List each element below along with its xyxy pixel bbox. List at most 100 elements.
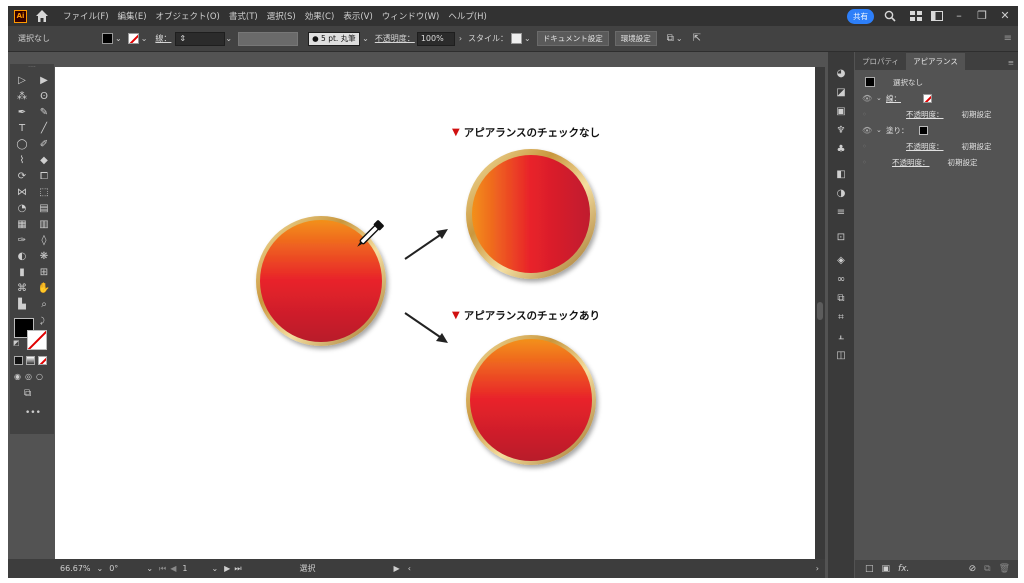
result-circle-without-appearance[interactable] xyxy=(466,149,596,279)
home-icon[interactable] xyxy=(35,9,49,23)
rotate-tool-icon[interactable]: ⟳ xyxy=(12,170,32,184)
artboard[interactable]: ▼ アピアランスのチェックなし ▼ アピアランスのチェックあり xyxy=(55,67,815,559)
scale-tool-icon[interactable]: ⧠ xyxy=(34,170,54,184)
fill-opacity-row[interactable]: ◦ 不透明度： 初期設定 xyxy=(855,138,1018,154)
visibility-eye-icon[interactable]: ◦ xyxy=(862,142,872,151)
pathfinder-panel-icon[interactable]: ⧉ xyxy=(828,289,854,308)
rotate-dropdown-icon[interactable]: ⌄ xyxy=(146,564,153,573)
tab-properties[interactable]: プロパティ xyxy=(855,53,906,70)
search-icon[interactable] xyxy=(884,10,896,22)
draw-inside-icon[interactable]: ○ xyxy=(36,372,43,381)
stroke-weight-dropdown-icon[interactable]: ⌄ xyxy=(225,34,232,43)
eyedropper-tool-icon[interactable]: ✑ xyxy=(12,234,32,248)
appearance-fill-row[interactable]: 👁 ⌄ 塗り： xyxy=(855,122,1018,138)
fill-dropdown-icon[interactable]: ⌄ xyxy=(115,34,122,43)
links-panel-icon[interactable]: ∞ xyxy=(828,270,854,289)
stroke-label[interactable]: 線： xyxy=(155,33,171,44)
document-settings-button[interactable]: ドキュメント設定 xyxy=(536,31,609,46)
panel-menu-icon[interactable]: ≡ xyxy=(1004,33,1012,44)
brush-dropdown-icon[interactable]: ⌄ xyxy=(362,34,369,43)
panel-menu-icon[interactable]: ≡ xyxy=(1008,58,1014,67)
menu-window[interactable]: ウィンドウ(W) xyxy=(382,10,440,22)
status-arrow-icon[interactable]: ▶ xyxy=(394,564,400,573)
brush-field[interactable]: ● 5 pt. 丸筆 xyxy=(308,31,361,46)
stroke-color-box[interactable] xyxy=(27,330,47,350)
style-dropdown-icon[interactable]: ⌄ xyxy=(524,34,531,43)
add-fill-icon[interactable]: ▣ xyxy=(882,564,891,574)
graph-tool-icon[interactable]: ▮ xyxy=(12,266,32,280)
color-mode-icon[interactable] xyxy=(14,356,23,365)
menu-effect[interactable]: 効果(C) xyxy=(305,10,335,22)
fill-opacity-label[interactable]: 不透明度： xyxy=(906,141,944,152)
align-icon[interactable]: ⧉ xyxy=(667,33,674,44)
screen-mode-icon[interactable]: ⧉ xyxy=(24,388,31,399)
stroke-weight-field[interactable]: ⇕ xyxy=(175,31,226,46)
expand-chevron-icon[interactable]: ⌄ xyxy=(876,94,884,102)
menu-object[interactable]: オブジェクト(O) xyxy=(156,10,220,22)
stroke-panel-icon[interactable]: ≡ xyxy=(828,203,854,222)
visibility-eye-icon[interactable]: ◦ xyxy=(862,110,872,119)
first-artboard-icon[interactable]: ⏮ xyxy=(159,564,166,574)
align-panel-icon[interactable]: ⫠ xyxy=(828,327,854,346)
layers-panel-icon[interactable]: ◈ xyxy=(828,251,854,270)
gradient-tool-icon[interactable]: ▥ xyxy=(34,218,54,232)
minimize-icon[interactable]: – xyxy=(952,9,966,23)
menu-select[interactable]: 選択(S) xyxy=(267,10,296,22)
hand-tool-icon[interactable]: ✋ xyxy=(34,282,54,296)
lasso-tool-icon[interactable]: ʘ xyxy=(34,90,54,104)
style-swatch[interactable] xyxy=(511,33,523,44)
ellipse-tool-icon[interactable]: ◯ xyxy=(12,138,32,152)
free-transform-tool-icon[interactable]: ⬚ xyxy=(34,186,54,200)
image-icon[interactable]: ▣ xyxy=(828,102,854,121)
line-tool-icon[interactable]: ╱ xyxy=(34,122,54,136)
menu-view[interactable]: 表示(V) xyxy=(343,10,372,22)
magic-wand-tool-icon[interactable]: ⁂ xyxy=(12,90,32,104)
swap-colors-icon[interactable]: ⤸ xyxy=(40,316,45,326)
transform-icon[interactable]: ⇱ xyxy=(693,33,701,44)
close-icon[interactable]: ✕ xyxy=(998,9,1012,23)
selection-tool-icon[interactable]: ▷ xyxy=(12,74,32,88)
opacity-arrow-icon[interactable]: › xyxy=(459,34,462,43)
blend-tool-icon[interactable]: ◐ xyxy=(12,250,32,264)
restore-icon[interactable]: ❐ xyxy=(975,9,989,23)
visibility-eye-icon[interactable]: 👁 xyxy=(862,94,872,103)
menu-type[interactable]: 書式(T) xyxy=(229,10,258,22)
appearance-stroke-row[interactable]: 👁 ⌄ 線： xyxy=(855,90,1018,106)
object-opacity-row[interactable]: ◦ 不透明度： 初期設定 xyxy=(855,154,1018,170)
slice-tool-icon[interactable]: ⌘ xyxy=(12,282,32,296)
last-artboard-icon[interactable]: ⏭ xyxy=(234,564,241,574)
duplicate-item-icon[interactable]: ⧉ xyxy=(984,564,990,574)
gradient-mode-icon[interactable] xyxy=(26,356,35,365)
stroke-opacity-label[interactable]: 不透明度： xyxy=(906,109,944,120)
stroke-dropdown-icon[interactable]: ⌄ xyxy=(141,34,148,43)
prev-artboard-icon[interactable]: ◀ xyxy=(170,564,176,573)
arrange-panel-icon[interactable]: ◫ xyxy=(828,346,854,365)
perspective-grid-tool-icon[interactable]: ▤ xyxy=(34,202,54,216)
document-icon[interactable]: ◪ xyxy=(828,83,854,102)
align-dropdown-icon[interactable]: ⌄ xyxy=(676,34,683,43)
paintbrush-tool-icon[interactable]: ✐ xyxy=(34,138,54,152)
scrollbar-thumb[interactable] xyxy=(817,302,823,320)
next-artboard-icon[interactable]: ▶ xyxy=(224,564,230,573)
curvature-tool-icon[interactable]: ✎ xyxy=(34,106,54,120)
color-palette-icon[interactable]: ◕ xyxy=(828,64,854,83)
club-symbol-icon[interactable]: ♣ xyxy=(828,140,854,159)
artboard-number-field[interactable]: 1 xyxy=(182,564,187,573)
stroke-row-label[interactable]: 線： xyxy=(886,93,901,104)
artboard-tool-icon[interactable]: ⊞ xyxy=(34,266,54,280)
workspace-grid-icon[interactable] xyxy=(910,11,922,21)
direct-selection-tool-icon[interactable]: ▶ xyxy=(34,74,54,88)
gradient-panel-icon[interactable]: ◧ xyxy=(828,165,854,184)
expand-chevron-icon[interactable]: ⌄ xyxy=(876,126,884,134)
fill-black-swatch[interactable] xyxy=(918,125,928,135)
eraser-tool-icon[interactable]: ◆ xyxy=(34,154,54,168)
menu-help[interactable]: ヘルプ(H) xyxy=(448,10,487,22)
measure-tool-icon[interactable]: ◊ xyxy=(34,234,54,248)
zoom-dropdown-icon[interactable]: ⌄ xyxy=(97,564,104,573)
symbol-sprayer-tool-icon[interactable]: ❋ xyxy=(34,250,54,264)
width-tool-icon[interactable]: ⋈ xyxy=(12,186,32,200)
artboard-dropdown-icon[interactable]: ⌄ xyxy=(211,564,218,573)
stroke-none-swatch[interactable] xyxy=(923,93,932,103)
shaper-tool-icon[interactable]: ⌇ xyxy=(12,154,32,168)
share-button[interactable]: 共有 xyxy=(847,8,874,24)
